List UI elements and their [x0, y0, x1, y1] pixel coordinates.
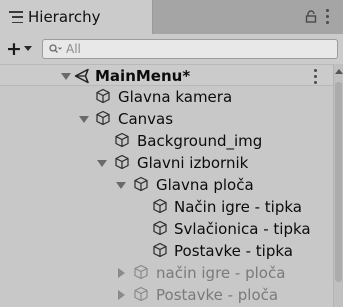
- expand-arrow-icon[interactable]: [61, 73, 71, 80]
- tab-hierarchy[interactable]: Hierarchy: [0, 0, 153, 34]
- search-icon: [49, 44, 62, 54]
- tree-item-label: Glavni izbornik: [137, 154, 249, 172]
- tree-item-glavna-kamera[interactable]: Glavna kamera: [0, 86, 333, 108]
- tree-item-label: Način igre - tipka: [174, 198, 302, 216]
- tree-item-label: Glavna ploča: [156, 176, 254, 194]
- collapsed-arrow-icon[interactable]: [118, 268, 125, 278]
- gameobject-cube-icon: [134, 286, 148, 302]
- search-input[interactable]: [66, 42, 326, 56]
- scene-row[interactable]: MainMenu*: [0, 64, 333, 86]
- tab-bar: Hierarchy: [0, 0, 343, 34]
- tree-item-label: način igre - ploča: [156, 264, 286, 282]
- tree-item-postavke-tipka[interactable]: Postavke - tipka: [0, 240, 333, 262]
- gameobject-cube-icon: [153, 198, 167, 214]
- gameobject-cube-icon: [96, 110, 110, 126]
- gameobject-cube-icon: [134, 176, 148, 192]
- tree-item-label: Canvas: [118, 110, 174, 128]
- tree-item-svlacionica-tipka[interactable]: Svlačionica - tipka: [0, 218, 333, 240]
- collapsed-arrow-icon[interactable]: [118, 290, 125, 300]
- tree-item-postavke-ploca[interactable]: Postavke - ploča: [0, 284, 333, 306]
- scene-name: MainMenu*: [95, 67, 191, 85]
- gameobject-cube-icon: [153, 242, 167, 258]
- gameobject-cube-icon: [134, 264, 148, 280]
- tree-item-label: Postavke - ploča: [156, 286, 279, 304]
- hierarchy-panel: Hierarchy + All MainMenu* Glavna kamera …: [0, 0, 343, 307]
- gameobject-cube-icon: [96, 88, 110, 104]
- search-field[interactable]: [42, 39, 338, 59]
- toolbar: +: [0, 34, 343, 65]
- more-options-icon[interactable]: [326, 9, 330, 27]
- scroll-up-arrow-icon[interactable]: [335, 69, 343, 74]
- scrollbar-thumb[interactable]: [335, 82, 342, 282]
- gameobject-cube-icon: [115, 154, 129, 170]
- tree-item-nacin-igre-tipka[interactable]: Način igre - tipka: [0, 196, 333, 218]
- vertical-scrollbar[interactable]: [333, 64, 343, 307]
- add-button[interactable]: +: [6, 40, 22, 59]
- expand-arrow-icon[interactable]: [116, 182, 126, 189]
- tree-item-label: Postavke - tipka: [174, 242, 293, 260]
- gameobject-cube-icon: [115, 132, 129, 148]
- scene-options-icon[interactable]: [314, 69, 318, 87]
- tree-item-glavna-ploca[interactable]: Glavna ploča: [0, 174, 333, 196]
- expand-arrow-icon[interactable]: [79, 116, 89, 123]
- add-dropdown-caret-icon[interactable]: [24, 46, 32, 51]
- gameobject-cube-icon: [153, 220, 167, 236]
- tree-item-glavni-izbornik[interactable]: Glavni izbornik: [0, 152, 333, 174]
- tree-item-background-img[interactable]: Background_img: [0, 130, 333, 152]
- tree-item-label: Svlačionica - tipka: [174, 220, 311, 238]
- tab-label: Hierarchy: [28, 8, 101, 26]
- unity-scene-icon: [74, 68, 89, 84]
- tree-item-nacin-igre-ploca[interactable]: način igre - ploča: [0, 262, 333, 284]
- tree-item-label: Background_img: [137, 132, 263, 150]
- hierarchy-tree: MainMenu* Glavna kamera Canvas Backgroun…: [0, 64, 333, 307]
- lock-icon[interactable]: [305, 10, 317, 23]
- tree-item-canvas[interactable]: Canvas: [0, 108, 333, 130]
- hierarchy-icon: [9, 11, 23, 23]
- expand-arrow-icon[interactable]: [97, 160, 107, 167]
- tree-item-label: Glavna kamera: [118, 88, 233, 106]
